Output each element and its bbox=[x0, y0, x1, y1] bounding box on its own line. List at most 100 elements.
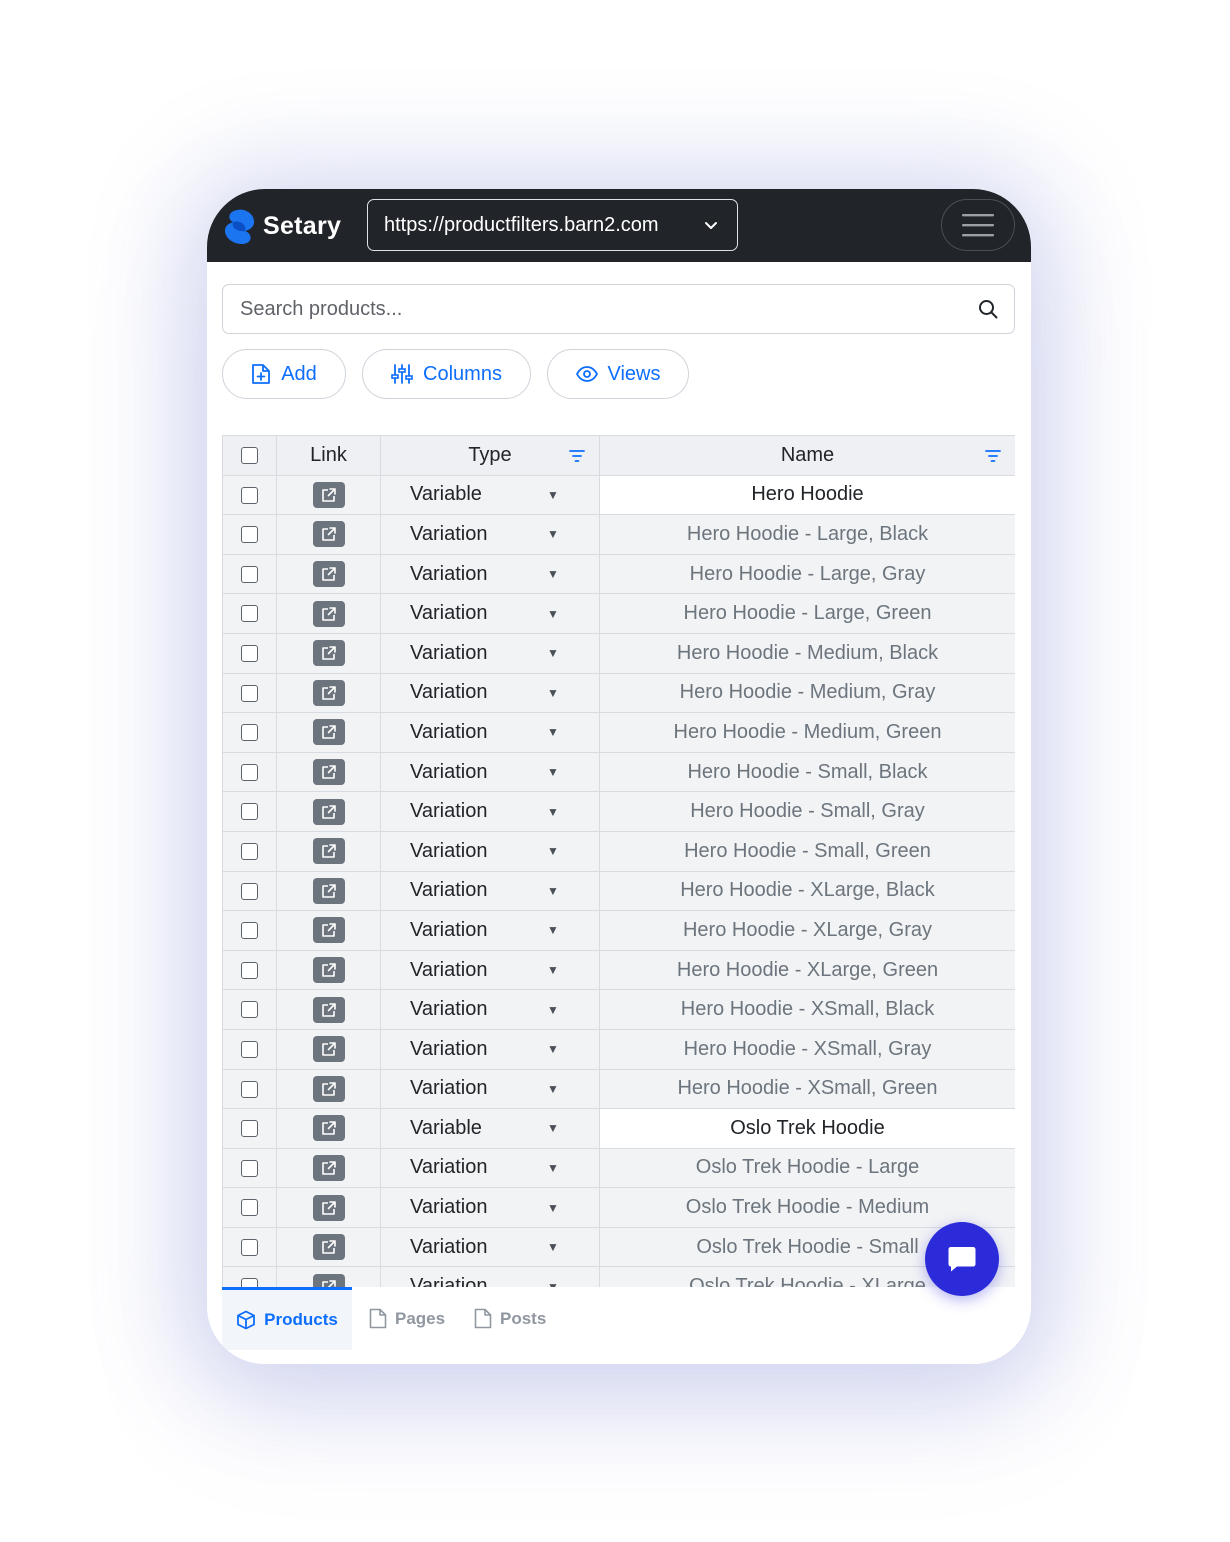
table-row[interactable]: Variation ▼ Hero Hoodie - Medium, Green bbox=[222, 712, 1015, 753]
table-row[interactable]: Variation ▼ Hero Hoodie - Large, Green bbox=[222, 593, 1015, 634]
row-name-cell[interactable]: Hero Hoodie - Small, Green bbox=[599, 830, 1015, 872]
row-type-cell[interactable]: Variation ▼ bbox=[380, 1187, 600, 1228]
row-link-button[interactable] bbox=[312, 600, 345, 627]
caret-down-icon[interactable]: ▼ bbox=[547, 1082, 559, 1096]
row-checkbox[interactable] bbox=[241, 565, 258, 583]
row-name-cell[interactable]: Hero Hoodie - XLarge, Gray bbox=[599, 910, 1015, 951]
row-link-button[interactable] bbox=[312, 877, 345, 904]
row-checkbox[interactable] bbox=[241, 1001, 258, 1019]
caret-down-icon[interactable]: ▼ bbox=[547, 963, 559, 977]
row-link-button[interactable] bbox=[312, 1194, 345, 1221]
row-type-cell[interactable]: Variable ▼ bbox=[380, 1108, 600, 1149]
table-row[interactable]: Variable ▼ Oslo Trek Hoodie bbox=[222, 1108, 1015, 1149]
row-link-button[interactable] bbox=[312, 1154, 345, 1181]
row-checkbox[interactable] bbox=[241, 1238, 258, 1256]
row-name-cell[interactable]: Hero Hoodie - Large, Black bbox=[599, 514, 1015, 555]
row-link-button[interactable] bbox=[312, 640, 345, 667]
table-row[interactable]: Variation ▼ Oslo Trek Hoodie - Small bbox=[222, 1226, 1015, 1268]
row-name-cell[interactable]: Hero Hoodie - XSmall, Gray bbox=[599, 1028, 1015, 1070]
table-row[interactable]: Variation ▼ Hero Hoodie - Large, Gray bbox=[222, 553, 1015, 595]
row-name-cell[interactable]: Hero Hoodie - Medium, Black bbox=[599, 632, 1015, 674]
row-checkbox[interactable] bbox=[241, 842, 258, 860]
column-header-link[interactable]: Link bbox=[276, 435, 381, 476]
caret-down-icon[interactable]: ▼ bbox=[547, 1201, 559, 1215]
row-name-cell[interactable]: Hero Hoodie - XSmall, Black bbox=[599, 989, 1015, 1030]
row-checkbox[interactable] bbox=[241, 526, 258, 544]
tab-pages[interactable]: Pages bbox=[369, 1287, 445, 1350]
row-type-cell[interactable]: Variation ▼ bbox=[380, 949, 600, 991]
table-row[interactable]: Variation ▼ Hero Hoodie - Medium, Black bbox=[222, 632, 1015, 674]
caret-down-icon[interactable]: ▼ bbox=[547, 1003, 559, 1017]
row-link-button[interactable] bbox=[312, 481, 345, 508]
caret-down-icon[interactable]: ▼ bbox=[547, 884, 559, 898]
row-link-button[interactable] bbox=[312, 917, 345, 944]
row-checkbox[interactable] bbox=[241, 961, 258, 979]
row-link-button[interactable] bbox=[312, 1075, 345, 1102]
filter-icon[interactable] bbox=[985, 449, 1001, 463]
row-type-cell[interactable]: Variation ▼ bbox=[380, 791, 600, 832]
row-name-cell[interactable]: Hero Hoodie - Large, Gray bbox=[599, 553, 1015, 595]
table-row[interactable]: Variation ▼ Hero Hoodie - XLarge, Black bbox=[222, 870, 1015, 912]
row-checkbox[interactable] bbox=[241, 763, 258, 781]
table-row[interactable]: Variation ▼ Hero Hoodie - Small, Gray bbox=[222, 791, 1015, 832]
site-selector[interactable]: https://productfilters.barn2.com bbox=[367, 199, 738, 251]
caret-down-icon[interactable]: ▼ bbox=[547, 1161, 559, 1175]
row-checkbox[interactable] bbox=[241, 684, 258, 702]
row-name-cell[interactable]: Hero Hoodie - Medium, Green bbox=[599, 712, 1015, 753]
row-name-cell[interactable]: Hero Hoodie - Small, Gray bbox=[599, 791, 1015, 832]
caret-down-icon[interactable]: ▼ bbox=[547, 567, 559, 581]
table-row[interactable]: Variation ▼ Hero Hoodie - XSmall, Black bbox=[222, 989, 1015, 1030]
select-all-checkbox[interactable] bbox=[241, 447, 258, 465]
table-row[interactable]: Variation ▼ Hero Hoodie - XLarge, Green bbox=[222, 949, 1015, 991]
row-checkbox[interactable] bbox=[241, 644, 258, 662]
row-checkbox[interactable] bbox=[241, 882, 258, 900]
caret-down-icon[interactable]: ▼ bbox=[547, 646, 559, 660]
caret-down-icon[interactable]: ▼ bbox=[547, 686, 559, 700]
table-row[interactable]: Variation ▼ Oslo Trek Hoodie - Large bbox=[222, 1147, 1015, 1189]
table-row[interactable]: Variation ▼ Hero Hoodie - XLarge, Gray bbox=[222, 910, 1015, 951]
row-type-cell[interactable]: Variation ▼ bbox=[380, 593, 600, 634]
row-type-cell[interactable]: Variation ▼ bbox=[380, 989, 600, 1030]
row-checkbox[interactable] bbox=[241, 803, 258, 821]
row-link-button[interactable] bbox=[312, 1036, 345, 1063]
caret-down-icon[interactable]: ▼ bbox=[547, 607, 559, 621]
caret-down-icon[interactable]: ▼ bbox=[547, 725, 559, 739]
caret-down-icon[interactable]: ▼ bbox=[547, 805, 559, 819]
columns-button[interactable]: Columns bbox=[362, 349, 531, 399]
row-type-cell[interactable]: Variation ▼ bbox=[380, 870, 600, 912]
row-type-cell[interactable]: Variation ▼ bbox=[380, 1226, 600, 1268]
row-type-cell[interactable]: Variation ▼ bbox=[380, 1147, 600, 1189]
row-name-cell[interactable]: Oslo Trek Hoodie bbox=[599, 1108, 1015, 1149]
row-type-cell[interactable]: Variable ▼ bbox=[380, 474, 600, 516]
table-row[interactable]: Variation ▼ Hero Hoodie - Small, Green bbox=[222, 830, 1015, 872]
row-checkbox[interactable] bbox=[241, 1040, 258, 1058]
row-link-button[interactable] bbox=[312, 798, 345, 825]
row-type-cell[interactable]: Variation ▼ bbox=[380, 910, 600, 951]
brand[interactable]: Setary bbox=[223, 209, 341, 244]
table-row[interactable]: Variation ▼ Hero Hoodie - Large, Black bbox=[222, 514, 1015, 555]
caret-down-icon[interactable]: ▼ bbox=[547, 923, 559, 937]
row-name-cell[interactable]: Hero Hoodie bbox=[599, 474, 1015, 516]
row-link-button[interactable] bbox=[312, 996, 345, 1023]
filter-icon[interactable] bbox=[569, 449, 585, 463]
column-header-name[interactable]: Name bbox=[599, 435, 1015, 476]
row-type-cell[interactable]: Variation ▼ bbox=[380, 514, 600, 555]
tab-products[interactable]: Products bbox=[222, 1287, 352, 1350]
row-type-cell[interactable]: Variation ▼ bbox=[380, 632, 600, 674]
table-row[interactable]: Variation ▼ Hero Hoodie - Medium, Gray bbox=[222, 672, 1015, 714]
caret-down-icon[interactable]: ▼ bbox=[547, 1240, 559, 1254]
row-name-cell[interactable]: Oslo Trek Hoodie - Medium bbox=[599, 1187, 1015, 1228]
chat-button[interactable] bbox=[925, 1222, 999, 1296]
table-row[interactable]: Variation ▼ Hero Hoodie - XSmall, Green bbox=[222, 1068, 1015, 1110]
row-checkbox[interactable] bbox=[241, 724, 258, 742]
table-row[interactable]: Variable ▼ Hero Hoodie bbox=[222, 474, 1015, 516]
add-button[interactable]: Add bbox=[222, 349, 346, 399]
row-type-cell[interactable]: Variation ▼ bbox=[380, 672, 600, 714]
table-row[interactable]: Variation ▼ Oslo Trek Hoodie - Medium bbox=[222, 1187, 1015, 1228]
caret-down-icon[interactable]: ▼ bbox=[547, 844, 559, 858]
row-name-cell[interactable]: Hero Hoodie - Medium, Gray bbox=[599, 672, 1015, 714]
caret-down-icon[interactable]: ▼ bbox=[547, 1042, 559, 1056]
row-name-cell[interactable]: Hero Hoodie - Small, Black bbox=[599, 751, 1015, 793]
caret-down-icon[interactable]: ▼ bbox=[547, 1280, 559, 1287]
views-button[interactable]: Views bbox=[547, 349, 689, 399]
